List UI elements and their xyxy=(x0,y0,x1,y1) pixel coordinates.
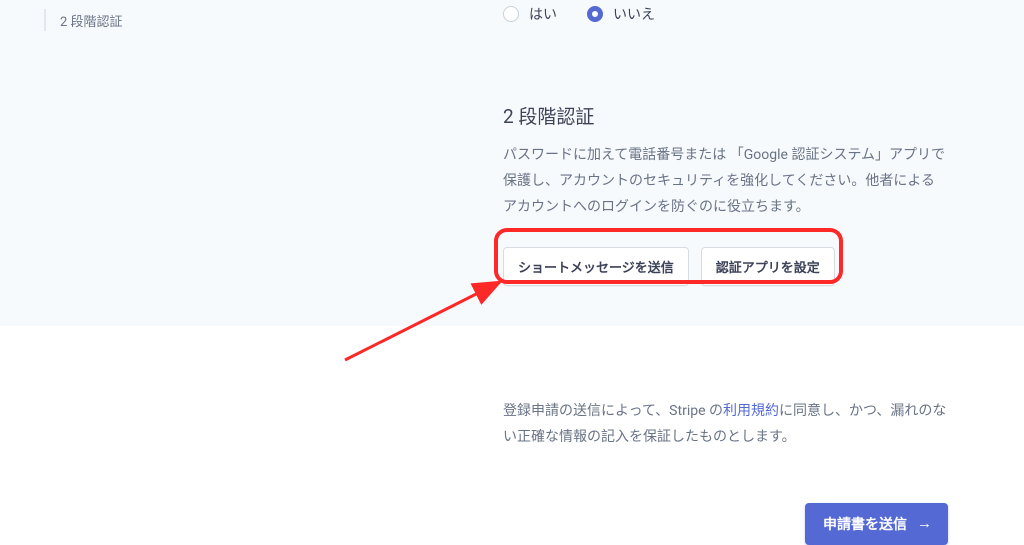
two-factor-buttons: ショートメッセージを送信 認証アプリを設定 xyxy=(503,247,835,286)
radio-circle-selected xyxy=(587,6,603,22)
radio-no[interactable]: いいえ xyxy=(587,4,655,24)
send-sms-button[interactable]: ショートメッセージを送信 xyxy=(503,247,689,286)
radio-yes-label: はい xyxy=(529,4,557,24)
sidebar-item-2fa[interactable]: 2 段階認証 xyxy=(44,9,123,31)
radio-circle-unselected xyxy=(503,6,519,22)
radio-yes[interactable]: はい xyxy=(503,4,557,24)
submit-application-button[interactable]: 申請書を送信 → xyxy=(805,503,948,545)
agreement-text: 登録申請の送信によって、Stripe の利用規約に同意し、かつ、漏れのない正確な… xyxy=(503,398,948,451)
radio-no-label: いいえ xyxy=(613,4,655,24)
setup-authenticator-button[interactable]: 認証アプリを設定 xyxy=(701,247,835,286)
radio-group: はい いいえ xyxy=(503,4,948,24)
submit-button-label: 申請書を送信 xyxy=(823,514,907,534)
section-heading-2fa: 2 段階認証 xyxy=(503,102,948,129)
terms-link[interactable]: 利用規約 xyxy=(723,403,779,419)
section-description: パスワードに加えて電話番号または 「Google 認証システム」アプリで保護し、… xyxy=(503,143,948,221)
sidebar-item-label: 2 段階認証 xyxy=(60,9,123,31)
sidebar-active-bar xyxy=(44,9,46,31)
arrow-right-icon: → xyxy=(917,516,932,531)
agreement-pre: 登録申請の送信によって、Stripe の xyxy=(503,403,723,419)
